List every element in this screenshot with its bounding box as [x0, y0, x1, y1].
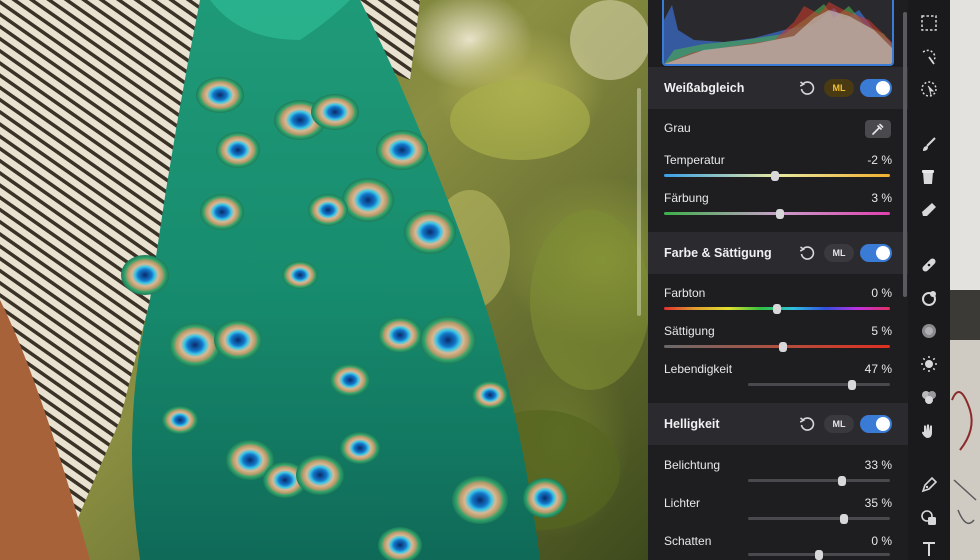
adjacent-window-edge: [950, 0, 980, 560]
paint-bucket-icon[interactable]: [918, 166, 940, 188]
shadows-knob[interactable]: [815, 549, 823, 560]
shadows-value: 0 %: [871, 534, 892, 548]
pen-icon[interactable]: [918, 474, 940, 496]
highlights-value: 35 %: [864, 496, 892, 510]
tint-knob[interactable]: [776, 208, 785, 219]
temperature-label: Temperatur: [664, 153, 725, 167]
highlights-knob[interactable]: [839, 513, 848, 524]
eyedropper-button[interactable]: [865, 120, 891, 138]
saturation-value: 5 %: [871, 324, 892, 338]
brightness-toggle[interactable]: [860, 415, 892, 433]
marquee-select-icon[interactable]: [918, 12, 940, 34]
healing-bandage-icon[interactable]: [918, 254, 940, 276]
vibrance-label: Lebendigkeit: [664, 362, 733, 376]
peacock-image: [0, 0, 648, 560]
white-balance-toggle[interactable]: [860, 79, 892, 97]
saturation-knob[interactable]: [778, 341, 787, 352]
blur-icon[interactable]: [918, 320, 940, 342]
exposure-slider[interactable]: [748, 475, 890, 486]
section-title: Weißabgleich: [664, 81, 745, 95]
section-title: Helligkeit: [664, 417, 720, 431]
tint-value: 3 %: [871, 191, 892, 205]
saturation-label: Sättigung: [664, 324, 715, 338]
hue-label: Farbton: [664, 286, 706, 300]
temperature-knob[interactable]: [770, 170, 779, 181]
hue-value: 0 %: [871, 286, 892, 300]
temperature-slider[interactable]: [664, 170, 890, 181]
section-title: Farbe & Sättigung: [664, 246, 772, 260]
histogram: [662, 0, 894, 66]
ml-button[interactable]: ML: [824, 415, 854, 433]
smudge-hand-icon[interactable]: [918, 420, 940, 442]
magic-select-icon[interactable]: [918, 46, 940, 68]
color-saturation-toggle[interactable]: [860, 244, 892, 262]
ml-button[interactable]: ML: [824, 244, 854, 262]
section-brightness[interactable]: Helligkeit ML: [648, 403, 908, 445]
auto-select-icon[interactable]: [918, 78, 940, 100]
shapes-icon[interactable]: [918, 507, 940, 529]
text-icon[interactable]: [918, 538, 940, 560]
exposure-label: Belichtung: [664, 458, 721, 472]
reset-icon[interactable]: [798, 415, 816, 433]
color-cells-icon[interactable]: [918, 386, 940, 408]
adjustments-panel: Weißabgleich ML Grau Temperatur -2 % Fär…: [648, 0, 908, 560]
panel-scrollbar[interactable]: [903, 12, 907, 297]
shadows-label: Schatten: [664, 534, 712, 548]
gray-label: Grau: [664, 121, 691, 135]
reset-icon[interactable]: [798, 244, 816, 262]
hue-slider[interactable]: [664, 303, 890, 314]
paintbrush-icon[interactable]: [918, 134, 940, 156]
exposure-value: 33 %: [864, 458, 892, 472]
photo-canvas[interactable]: [0, 0, 648, 560]
highlights-label: Lichter: [664, 496, 701, 510]
exposure-knob[interactable]: [838, 475, 847, 486]
temperature-value: -2 %: [867, 153, 892, 167]
tint-label: Färbung: [664, 191, 709, 205]
hue-knob[interactable]: [773, 303, 781, 314]
section-white-balance[interactable]: Weißabgleich ML: [648, 67, 908, 109]
highlights-slider[interactable]: [748, 513, 890, 524]
eyedropper-icon: [872, 123, 884, 135]
shadows-slider[interactable]: [748, 549, 890, 560]
light-adjust-icon[interactable]: [918, 353, 940, 375]
section-color-saturation[interactable]: Farbe & Sättigung ML: [648, 232, 908, 274]
vibrance-knob[interactable]: [848, 379, 857, 390]
clone-stamp-icon[interactable]: [918, 287, 940, 309]
reset-icon[interactable]: [798, 79, 816, 97]
saturation-slider[interactable]: [664, 341, 890, 352]
tools-sidebar: [908, 0, 950, 560]
ml-button[interactable]: ML: [824, 79, 854, 97]
vibrance-slider[interactable]: [748, 379, 890, 390]
eraser-icon[interactable]: [918, 199, 940, 221]
tint-slider[interactable]: [664, 208, 890, 219]
vibrance-value: 47 %: [864, 362, 892, 376]
canvas-scrollbar[interactable]: [637, 88, 641, 316]
